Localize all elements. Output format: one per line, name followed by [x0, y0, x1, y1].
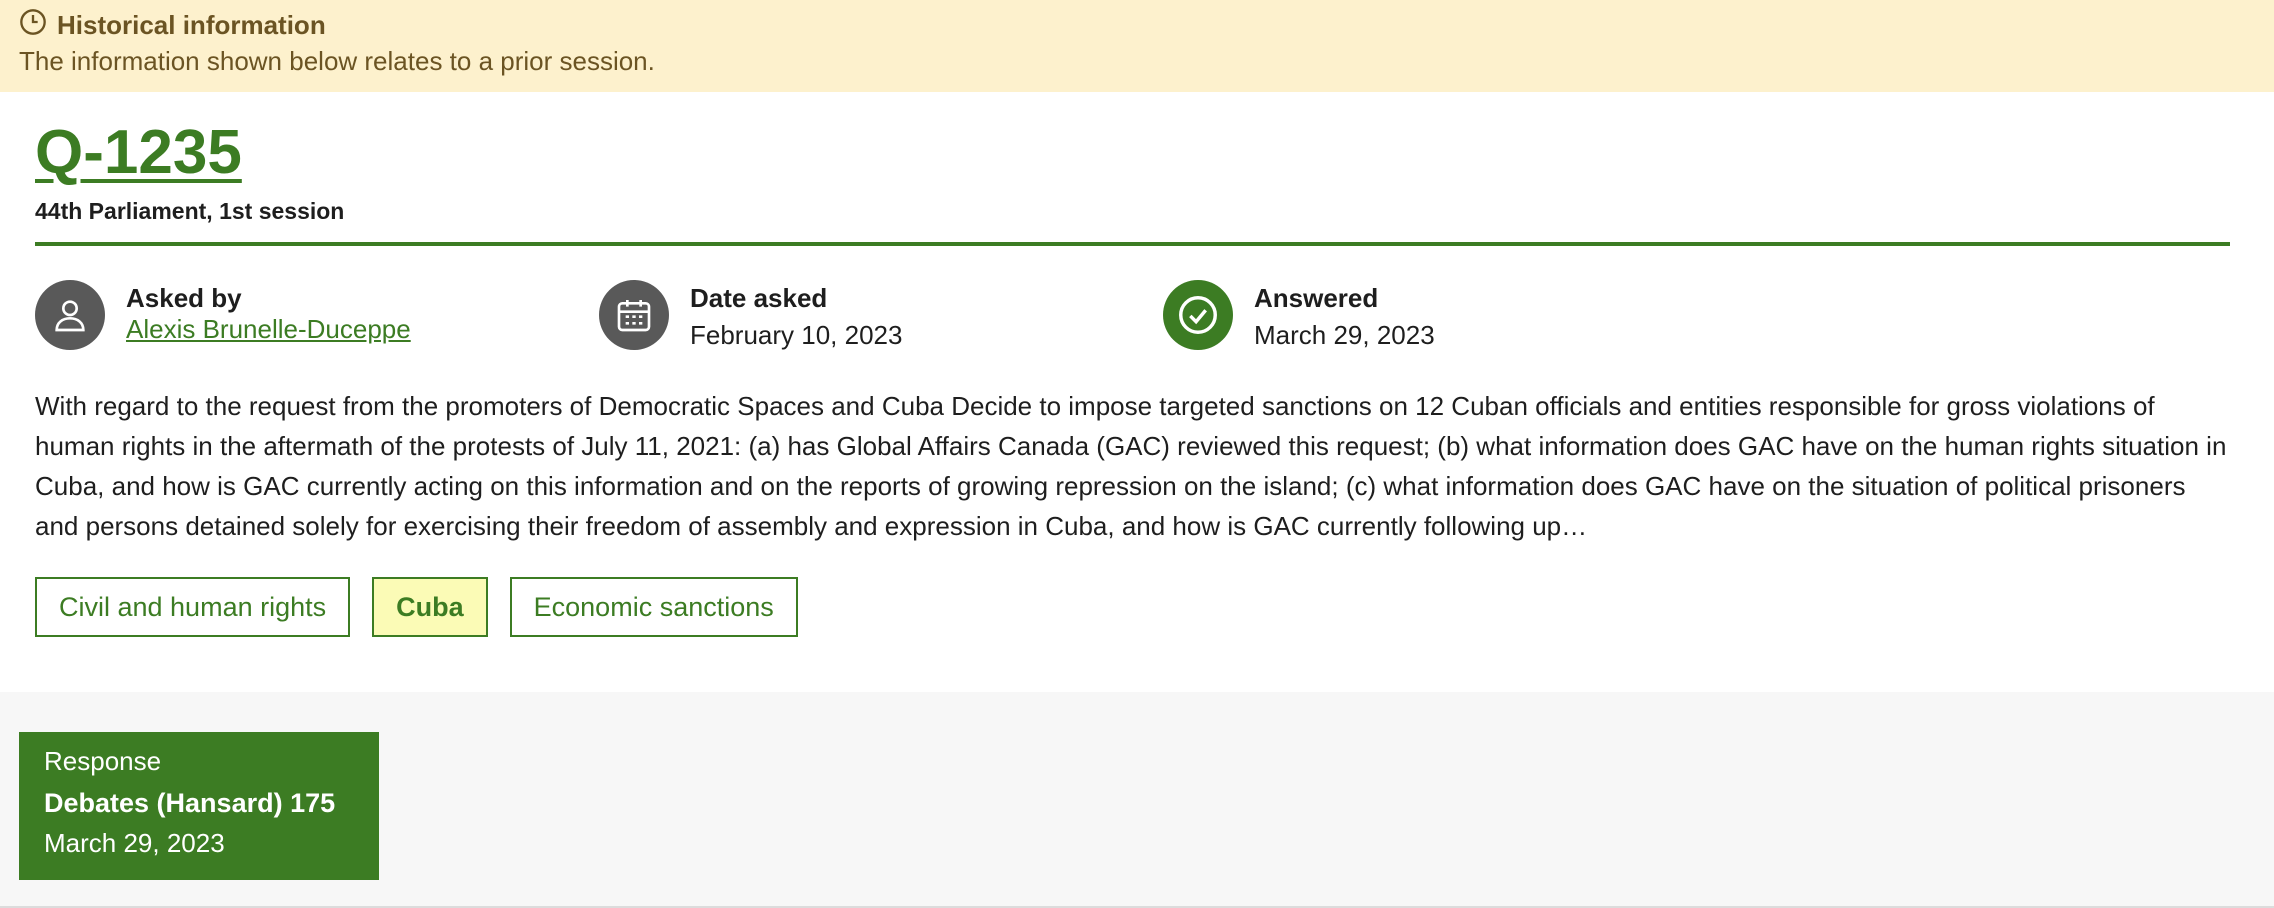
question-meta: Asked by Alexis Brunelle-Duceppe Date as… [35, 280, 2239, 352]
subject-tags: Civil and human rights Cuba Economic san… [35, 577, 2239, 637]
date-asked-value: February 10, 2023 [690, 320, 903, 350]
banner-header: Historical information [19, 8, 2255, 43]
person-icon [35, 280, 105, 350]
divider [35, 242, 2230, 246]
date-asked-label: Date asked [690, 283, 828, 313]
question-number-link[interactable]: Q-1235 [35, 122, 242, 184]
calendar-icon [599, 280, 669, 350]
asked-by-block: Asked by Alexis Brunelle-Duceppe [35, 280, 599, 352]
banner-text: The information shown below relates to a… [19, 46, 655, 76]
tag-cuba[interactable]: Cuba [372, 577, 488, 637]
clock-icon [19, 8, 47, 43]
response-date: March 29, 2023 [44, 828, 225, 858]
answered-date: March 29, 2023 [1254, 320, 1435, 350]
response-card[interactable]: Response Debates (Hansard) 175 March 29,… [19, 732, 379, 880]
check-circle-icon [1163, 280, 1233, 350]
question-detail: Q-1235 44th Parliament, 1st session Aske… [0, 92, 2274, 637]
response-label: Response [44, 746, 162, 776]
tag-economic-sanctions[interactable]: Economic sanctions [509, 577, 798, 637]
answered-label: Answered [1254, 283, 1379, 313]
question-text: With regard to the request from the prom… [35, 391, 2227, 541]
response-title: Debates (Hansard) 175 [44, 788, 336, 818]
response-section: Response Debates (Hansard) 175 March 29,… [0, 692, 2274, 908]
banner-title: Historical information [57, 9, 326, 40]
session-label: 44th Parliament, 1st session [35, 198, 345, 224]
answered-block: Answered March 29, 2023 [1163, 280, 1727, 352]
member-link[interactable]: Alexis Brunelle-Duceppe [126, 314, 411, 344]
date-asked-block: Date asked February 10, 2023 [599, 280, 1163, 352]
asked-by-label: Asked by [126, 283, 242, 313]
historical-banner: Historical information The information s… [0, 0, 2274, 92]
tag-civil-and-human-rights[interactable]: Civil and human rights [35, 577, 351, 637]
